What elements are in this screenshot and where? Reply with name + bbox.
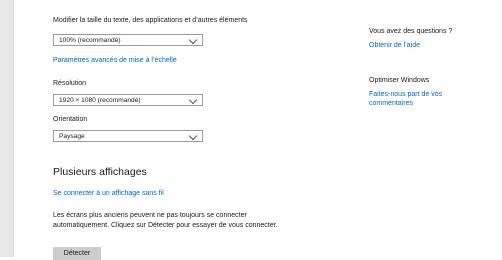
scale-dropdown[interactable]: 100% (recommandé)	[53, 34, 203, 46]
chevron-down-icon	[188, 131, 198, 141]
scale-label: Modifier la taille du texte, des applica…	[53, 17, 248, 24]
detect-button[interactable]: Détecter	[53, 247, 101, 260]
scale-dropdown-value: 100% (recommandé)	[59, 37, 121, 44]
sidebar-edge	[0, 0, 14, 257]
orientation-label: Orientation	[53, 116, 88, 123]
resolution-dropdown-value: 1920 × 1080 (recommandé)	[59, 97, 141, 104]
multiple-displays-heading: Plusieurs affichages	[53, 166, 147, 178]
improve-windows-title: Optimiser Windows	[369, 77, 430, 84]
get-help-link[interactable]: Obtenir de l’aide	[369, 41, 479, 50]
chevron-down-icon	[188, 95, 198, 105]
wireless-display-link[interactable]: Se connecter à un affichage sans fil	[53, 190, 164, 197]
questions-title: Vous avez des questions ?	[369, 28, 453, 35]
resolution-label: Résolution	[53, 80, 87, 87]
resolution-dropdown[interactable]: 1920 × 1080 (recommandé)	[53, 94, 203, 106]
orientation-dropdown-value: Paysage	[59, 133, 85, 140]
detect-description: Les écrans plus anciens peuvent ne pas t…	[53, 212, 278, 229]
orientation-dropdown[interactable]: Paysage	[53, 130, 203, 142]
advanced-scaling-link[interactable]: Paramètres avancés de mise à l’échelle	[53, 57, 177, 64]
chevron-down-icon	[188, 35, 198, 45]
feedback-link[interactable]: Faites-nous part de vos commentaires	[369, 90, 479, 108]
